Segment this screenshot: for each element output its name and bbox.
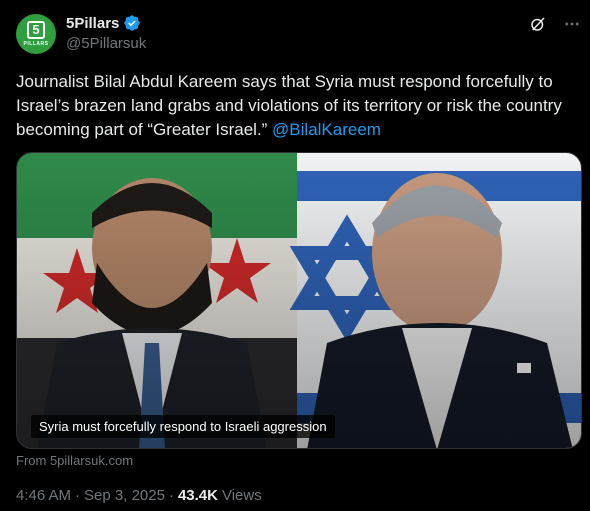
display-name[interactable]: 5Pillars — [66, 15, 119, 32]
avatar[interactable]: 5 PILLARS — [16, 14, 56, 54]
header-actions — [528, 14, 582, 34]
tweet-meta: 4:46 AM · Sep 3, 2025 · 43.4K Views — [16, 487, 262, 504]
tweet-media[interactable]: Syria must forcefully respond to Israeli… — [16, 152, 582, 449]
meta-separator: · — [75, 487, 81, 504]
mention-link[interactable]: @BilalKareem — [272, 120, 381, 139]
views-label: Views — [221, 487, 262, 504]
grok-icon[interactable] — [528, 14, 548, 34]
views-count: 43.4K — [177, 487, 218, 504]
media-caption: Syria must forcefully respond to Israeli… — [31, 415, 335, 438]
media-image — [17, 153, 581, 448]
tweet-header: 5 PILLARS 5Pillars @5Pillarsuk — [16, 12, 582, 56]
tweet-time[interactable]: 4:46 AM — [16, 487, 71, 504]
card-source[interactable]: From 5pillarsuk.com — [16, 453, 133, 468]
meta-separator: · — [168, 487, 174, 504]
verified-badge-icon[interactable] — [123, 14, 141, 32]
avatar-text: PILLARS — [23, 41, 49, 47]
handle[interactable]: @5Pillarsuk — [66, 35, 146, 52]
tweet-date[interactable]: Sep 3, 2025 — [84, 487, 165, 504]
tweet-text: Journalist Bilal Abdul Kareem says that … — [16, 70, 576, 142]
avatar-number: 5 — [27, 21, 45, 39]
more-icon[interactable] — [562, 14, 582, 34]
author-names: 5Pillars @5Pillarsuk — [66, 14, 146, 53]
